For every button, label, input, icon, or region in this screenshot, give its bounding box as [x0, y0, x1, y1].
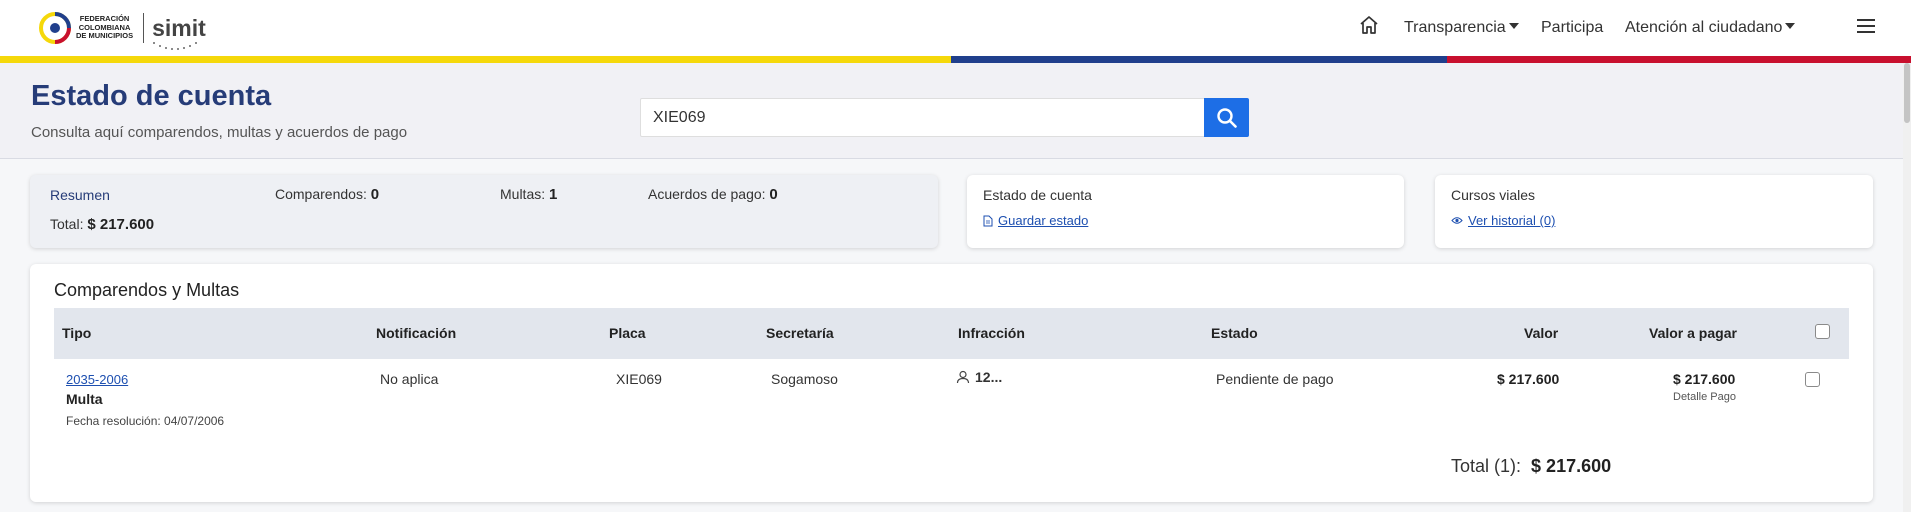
total-value: $ 217.600 — [1531, 456, 1612, 476]
ver-historial-label: Ver historial (0) — [1468, 213, 1556, 228]
row-notificacion: No aplica — [380, 371, 439, 387]
select-all-checkbox[interactable] — [1815, 324, 1830, 339]
col-valor: Valor — [1524, 325, 1559, 341]
section-title: Comparendos y Multas — [54, 280, 240, 300]
row-valor: $ 217.600 — [1497, 371, 1560, 387]
guardar-estado-link[interactable]: Guardar estado — [983, 213, 1088, 228]
row-infraccion[interactable]: 12... — [956, 369, 1002, 385]
table-total: Total (1): $ 217.600 — [1451, 456, 1611, 477]
nav-atencion-ciudadano[interactable]: Atención al ciudadano — [1625, 19, 1796, 37]
row-select-checkbox[interactable] — [1805, 372, 1820, 387]
page-subtitle: Consulta aquí comparendos, multas y acue… — [31, 124, 408, 141]
flag-blue — [951, 56, 1447, 63]
home-icon[interactable] — [1358, 14, 1380, 36]
row-valor-pagar: $ 217.600 — [1673, 371, 1736, 387]
row-secretaria: Sogamoso — [771, 371, 838, 387]
nav-participa-label: Participa — [1541, 19, 1604, 36]
flag-yellow — [0, 56, 951, 63]
col-valor-pagar: Valor a pagar — [1649, 325, 1737, 341]
flag-stripe — [0, 56, 1911, 63]
flag-red — [1447, 56, 1911, 63]
nav-transparencia-label: Transparencia — [1404, 19, 1506, 36]
person-icon — [956, 370, 970, 384]
simit-dots-icon — [153, 41, 198, 50]
row-placa: XIE069 — [616, 371, 662, 387]
col-tipo: Tipo — [62, 325, 92, 341]
fcm-logo-text: FEDERACIÓN COLOMBIANA DE MUNICIPIOS — [76, 14, 134, 41]
estado-cuenta-card: Estado de cuenta Guardar estado — [967, 175, 1404, 248]
top-navbar: FEDERACIÓN COLOMBIANA DE MUNICIPIOS simi… — [0, 0, 1911, 56]
comparendos-count: Comparendos: 0 — [275, 186, 380, 203]
comparendo-number-link[interactable]: 2035-2006 — [66, 372, 128, 387]
nav-atencion-label: Atención al ciudadano — [1625, 19, 1783, 36]
logo[interactable]: FEDERACIÓN COLOMBIANA DE MUNICIPIOS simi… — [38, 8, 206, 50]
total-label: Total (1): — [1451, 456, 1522, 476]
caret-down-icon — [1785, 23, 1796, 29]
col-placa: Placa — [609, 325, 646, 341]
caret-down-icon — [1508, 23, 1519, 29]
ver-historial-link[interactable]: Ver historial (0) — [1451, 213, 1555, 228]
resumen-title: Resumen — [50, 187, 110, 203]
plate-search-input[interactable] — [640, 98, 1205, 137]
search-button[interactable] — [1204, 98, 1249, 137]
hamburger-menu-icon[interactable] — [1857, 19, 1875, 33]
search-icon — [1216, 107, 1237, 128]
row-estado: Pendiente de pago — [1216, 371, 1334, 387]
page-title: Estado de cuenta — [31, 80, 272, 112]
multas-count: Multas: 1 — [500, 186, 558, 203]
table-header: Tipo Notificación Placa Secretaría Infra… — [54, 308, 1849, 359]
eye-icon — [1451, 217, 1463, 224]
cursos-viales-card-title: Cursos viales — [1451, 187, 1536, 203]
cursos-viales-card: Cursos viales Ver historial (0) — [1435, 175, 1873, 248]
scrollbar-thumb[interactable] — [1904, 63, 1910, 123]
col-notificacion: Notificación — [376, 325, 457, 341]
nav-transparencia[interactable]: Transparencia — [1404, 19, 1519, 37]
estado-cuenta-card-title: Estado de cuenta — [983, 187, 1092, 203]
logo-separator — [143, 13, 145, 43]
col-infraccion: Infracción — [958, 325, 1025, 341]
nav-participa[interactable]: Participa — [1541, 19, 1603, 37]
acuerdos-count: Acuerdos de pago: 0 — [648, 186, 778, 203]
row-fecha-resolucion: Fecha resolución: 04/07/2006 — [66, 414, 225, 428]
comparendos-multas-card: Comparendos y Multas Tipo Notificación P… — [30, 264, 1873, 502]
detalle-pago-link[interactable]: Detalle Pago — [1673, 391, 1736, 403]
simit-logo: simit — [152, 15, 206, 50]
fcm-logo-icon — [38, 11, 72, 45]
page-scrollbar[interactable] — [1903, 63, 1911, 512]
guardar-estado-label: Guardar estado — [998, 213, 1089, 228]
col-secretaria: Secretaría — [766, 325, 834, 341]
infraccion-code: 12... — [975, 369, 1003, 385]
col-estado: Estado — [1211, 325, 1258, 341]
resumen-card: Resumen Comparendos: 0 Multas: 1 Acuerdo… — [30, 175, 938, 248]
row-tipo: Multa — [66, 391, 103, 407]
resumen-total: Total: $ 217.600 — [50, 216, 155, 233]
document-icon — [983, 215, 993, 226]
